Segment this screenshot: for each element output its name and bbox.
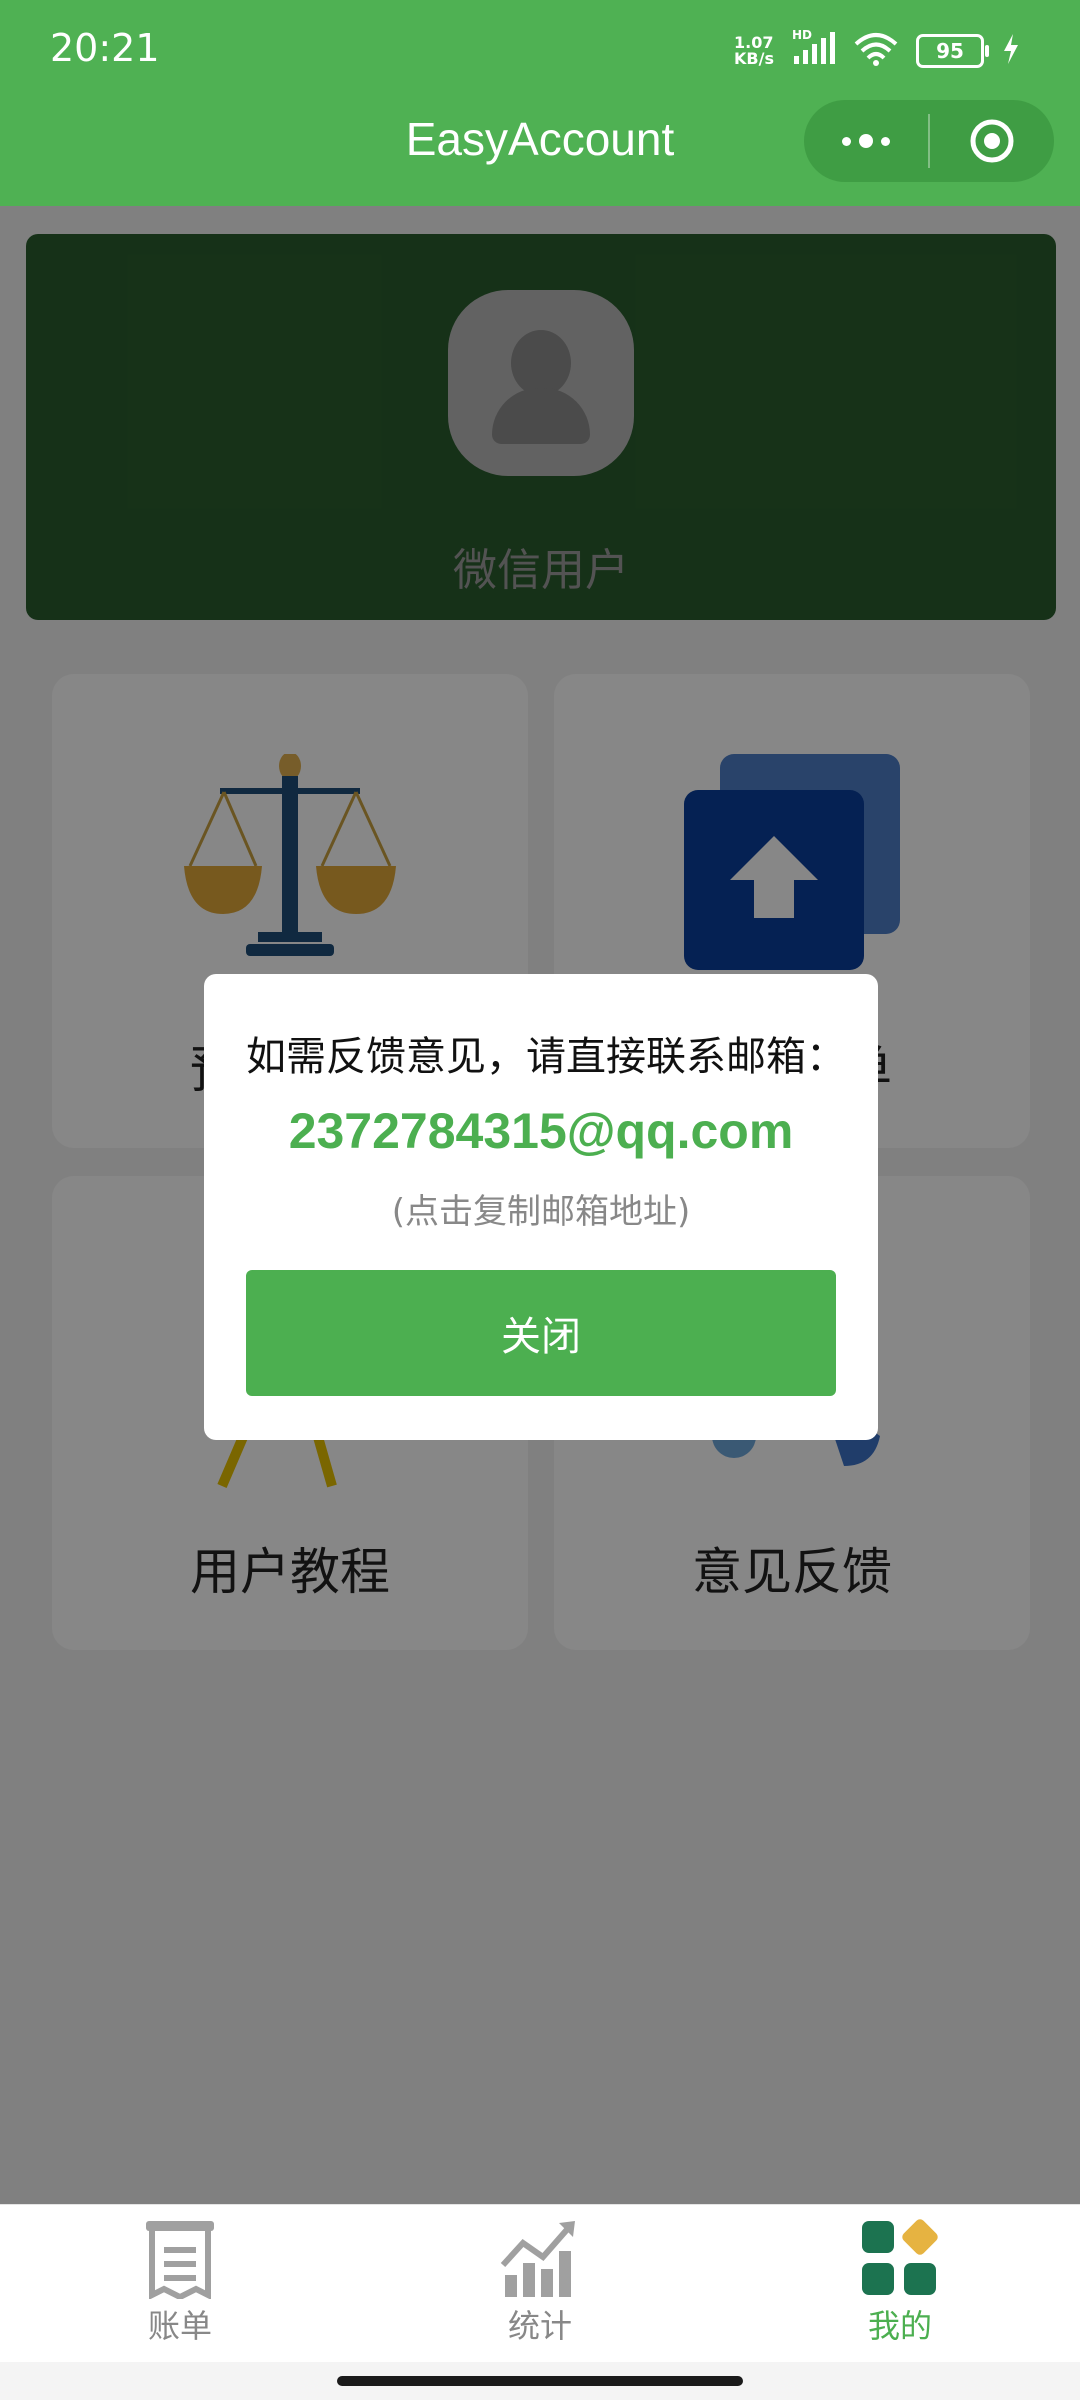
wifi-icon [854,32,898,70]
tab-bill[interactable]: 账单 [0,2205,360,2363]
close-miniprogram-button[interactable] [930,100,1054,182]
tab-stats[interactable]: 统计 [360,2205,720,2363]
tab-bar: 账单 统计 我的 [0,2204,1080,2363]
signal-icon: HD [792,28,836,70]
home-indicator[interactable] [337,2376,743,2386]
feedback-dialog: 如需反馈意见，请直接联系邮箱： 2372784315@qq.com (点击复制邮… [204,974,878,1440]
close-button[interactable]: 关闭 [246,1270,836,1396]
network-speed: 1.07 KB/s [734,33,774,68]
charging-icon [1002,34,1020,68]
bill-icon [146,2221,214,2299]
tab-label: 账单 [147,2307,212,2345]
status-time: 20:21 [50,26,160,70]
more-button[interactable] [804,100,928,182]
target-icon [970,119,1014,163]
status-icons: 1.07 KB/s HD 95 [734,28,1020,74]
email-link[interactable]: 2372784315@qq.com [204,1102,878,1160]
tab-mine[interactable]: 我的 [720,2205,1080,2363]
mini-program-capsule [804,100,1054,182]
stats-icon [500,2221,575,2297]
copy-hint: (点击复制邮箱地址) [391,1192,691,1232]
dialog-message: 如需反馈意见，请直接联系邮箱： [246,1034,846,1080]
gesture-area [0,2362,1080,2400]
more-icon [842,134,890,148]
tab-label: 我的 [867,2307,932,2345]
top-bar: 20:21 1.07 KB/s HD 95 EasyAccount [0,0,1080,206]
tab-label: 统计 [507,2307,572,2345]
mine-icon [862,2219,938,2295]
battery-icon: 95 [916,34,989,68]
